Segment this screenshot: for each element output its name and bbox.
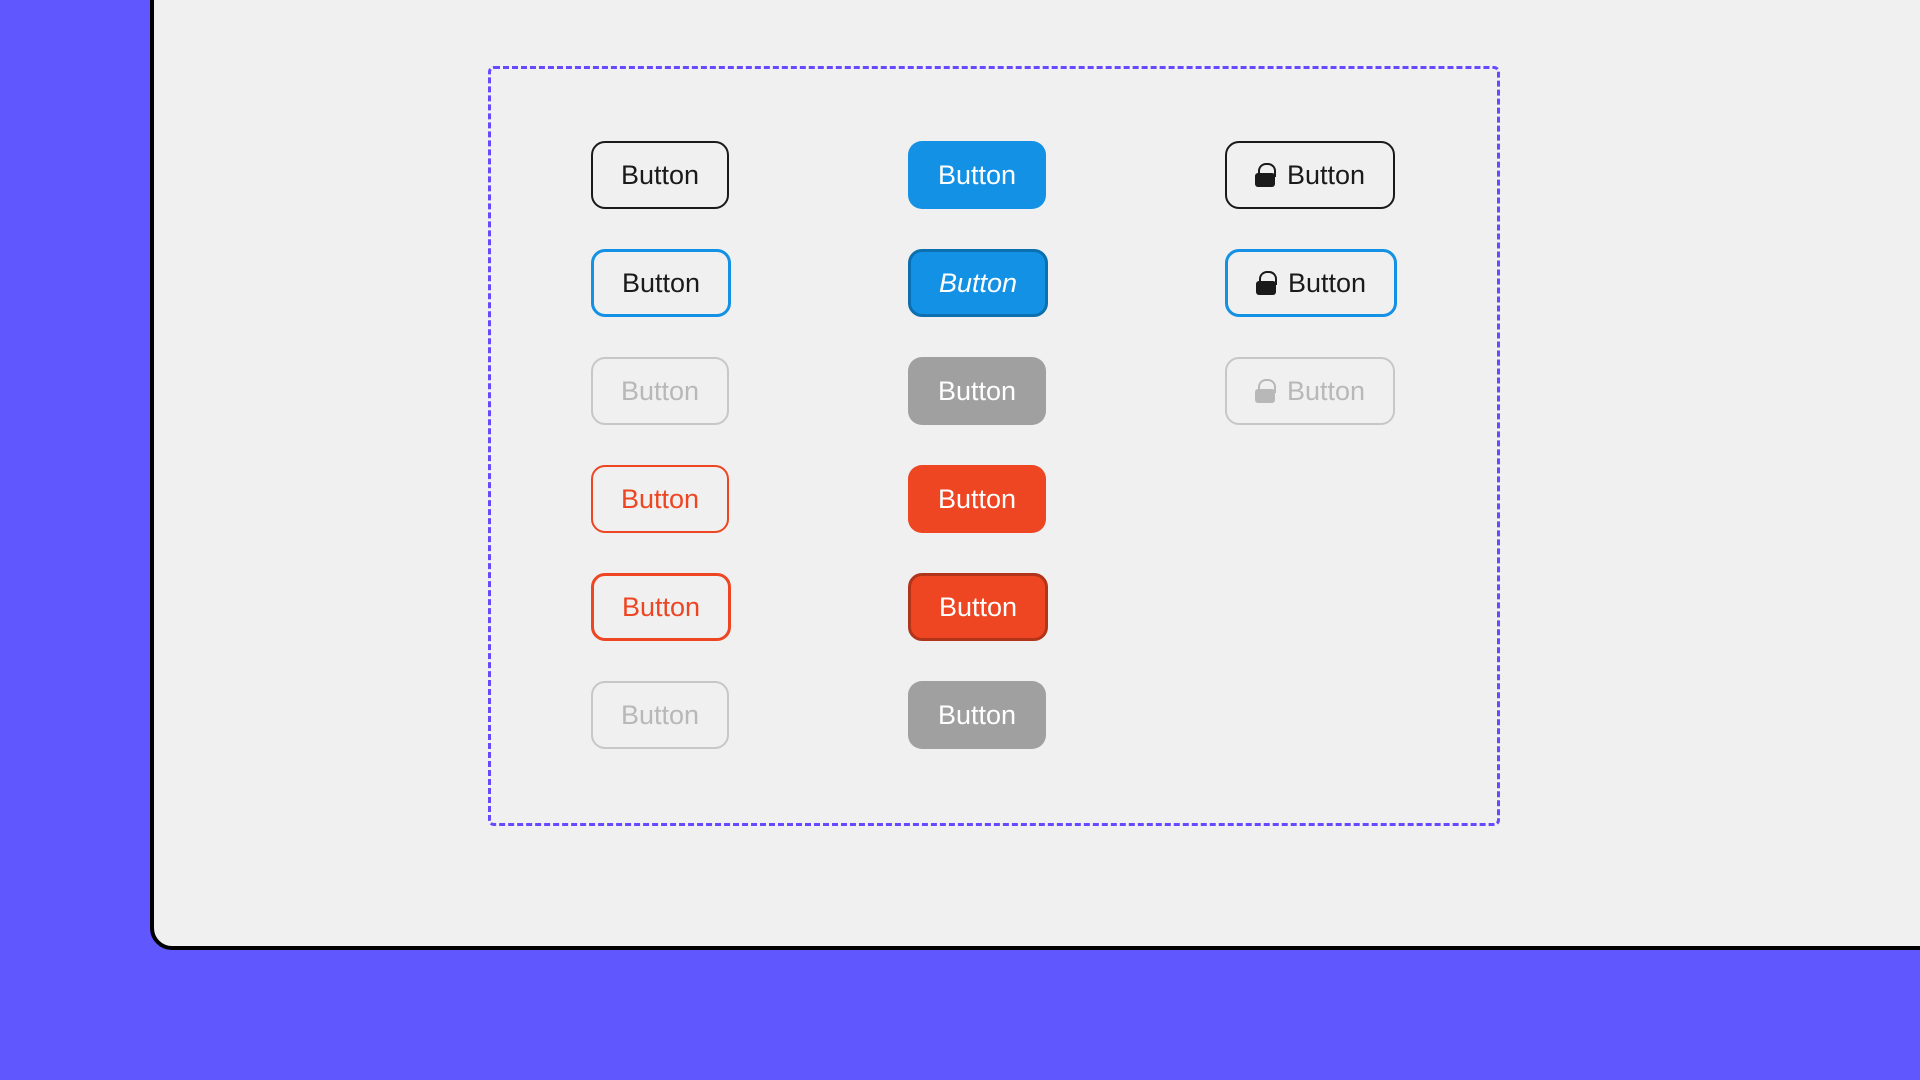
button-danger-outline-focus[interactable]: Button [591, 573, 731, 641]
button-label: Button [938, 702, 1016, 729]
button-label: Button [622, 594, 700, 621]
component-variants-frame: Button Button Button Button Button Butto… [488, 66, 1500, 826]
lock-icon [1256, 271, 1276, 295]
lock-icon [1255, 379, 1275, 403]
button-outline-default[interactable]: Button [591, 141, 729, 209]
button-label: Button [621, 378, 699, 405]
button-locked-focus[interactable]: Button [1225, 249, 1397, 317]
button-label: Button [938, 378, 1016, 405]
button-label: Button [938, 162, 1016, 189]
button-outline-focus[interactable]: Button [591, 249, 731, 317]
button-label: Button [1287, 378, 1365, 405]
button-danger-focus[interactable]: Button [908, 573, 1048, 641]
button-label: Button [939, 270, 1017, 297]
button-primary-default[interactable]: Button [908, 141, 1046, 209]
button-label: Button [1288, 270, 1366, 297]
button-label: Button [622, 270, 700, 297]
button-label: Button [621, 702, 699, 729]
canvas-stage: Button Button Button Button Button Butto… [150, 0, 1920, 950]
button-label: Button [1287, 162, 1365, 189]
button-danger-default[interactable]: Button [908, 465, 1046, 533]
button-danger-outline-disabled: Button [591, 681, 729, 749]
button-primary-disabled: Button [908, 357, 1046, 425]
button-label: Button [939, 594, 1017, 621]
button-label: Button [621, 486, 699, 513]
button-locked-default[interactable]: Button [1225, 141, 1395, 209]
button-primary-focus[interactable]: Button [908, 249, 1048, 317]
button-danger-disabled: Button [908, 681, 1046, 749]
button-locked-disabled: Button [1225, 357, 1395, 425]
button-danger-outline-default[interactable]: Button [591, 465, 729, 533]
button-outline-disabled: Button [591, 357, 729, 425]
lock-icon [1255, 163, 1275, 187]
button-label: Button [621, 162, 699, 189]
button-label: Button [938, 486, 1016, 513]
